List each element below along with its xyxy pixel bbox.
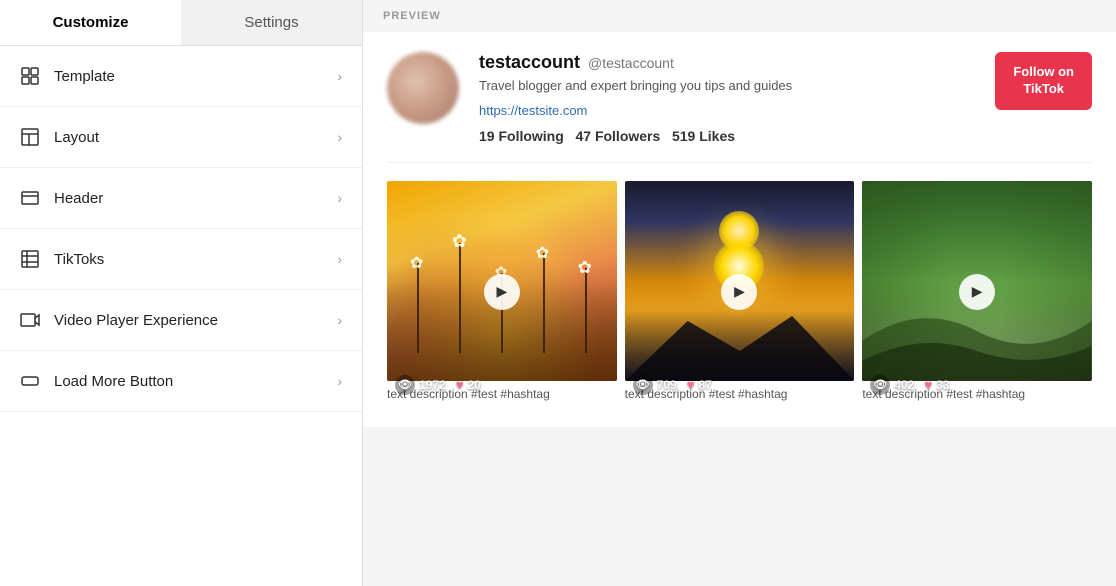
video-card-1[interactable]: ✿ ✿ ✿ ✿ ✿ [387,181,617,403]
profile-info: testaccount @testaccount Travel blogger … [479,52,995,144]
menu-item-tiktoks[interactable]: TikToks › [0,229,362,290]
like-count-2: ♥ 87 [687,377,712,392]
heart-icon-1: ♥ [456,377,464,392]
like-count-1: ♥ 20 [456,377,481,392]
follow-tiktok-button[interactable]: Follow onTikTok [995,52,1092,110]
video-card-3[interactable]: ▶ 👁 402 ♥ 33 text description #test #has… [862,181,1092,403]
avatar [387,52,459,124]
likes-label: Likes [699,128,735,144]
profile-section: testaccount @testaccount Travel blogger … [387,52,1092,163]
menu-item-load-more[interactable]: Load More Button › [0,351,362,412]
layout-icon [20,127,40,147]
chevron-icon-load-more: › [337,373,342,389]
videos-grid: ✿ ✿ ✿ ✿ ✿ [387,181,1092,403]
header-icon [20,188,40,208]
profile-link[interactable]: https://testsite.com [479,103,995,118]
play-button-3[interactable]: ▶ [959,274,995,310]
preview-label: PREVIEW [363,0,1116,32]
eye-icon-3: 👁 [870,375,890,395]
menu-label-load-more: Load More Button [54,373,337,390]
menu-label-layout: Layout [54,129,337,146]
chevron-icon-template: › [337,68,342,84]
play-button-1[interactable]: ▶ [484,274,520,310]
tiktoks-icon [20,249,40,269]
heart-icon-2: ♥ [687,377,695,392]
chevron-icon-video: › [337,312,342,328]
eye-icon-2: 👁 [633,375,653,395]
profile-name: testaccount [479,52,580,73]
tab-settings[interactable]: Settings [181,0,362,45]
chevron-icon-layout: › [337,129,342,145]
like-count-3: ♥ 33 [924,377,949,392]
menu-item-layout[interactable]: Layout › [0,107,362,168]
video-icon [20,310,40,330]
menu-label-header: Header [54,190,337,207]
followers-label: Followers [595,128,660,144]
profile-stats: 19 Following 47 Followers 519 Likes [479,128,995,144]
profile-name-row: testaccount @testaccount [479,52,995,73]
menu-item-header[interactable]: Header › [0,168,362,229]
play-button-2[interactable]: ▶ [721,274,757,310]
preview-content: testaccount @testaccount Travel blogger … [363,32,1116,427]
eye-icon-1: 👁 [395,375,415,395]
button-icon [20,371,40,391]
right-panel: PREVIEW testaccount @testaccount Travel … [363,0,1116,586]
profile-bio: Travel blogger and expert bringing you t… [479,77,995,95]
menu-label-video-player: Video Player Experience [54,312,337,329]
video-stats-1: 👁 1972 ♥ 20 [387,375,617,395]
chevron-icon-tiktoks: › [337,251,342,267]
video-stats-2: 👁 709 ♥ 87 [625,375,855,395]
video-card-2[interactable]: ▶ 👁 709 ♥ 87 text description #test #has… [625,181,855,403]
chevron-icon-header: › [337,190,342,206]
tab-bar: Customize Settings [0,0,362,46]
following-count: 19 [479,128,495,144]
view-count-3: 👁 402 [870,375,914,395]
menu-label-template: Template [54,68,337,85]
grid-icon [20,66,40,86]
followers-count: 47 [575,128,591,144]
menu-label-tiktoks: TikToks [54,251,337,268]
menu-item-video-player[interactable]: Video Player Experience › [0,290,362,351]
profile-handle: @testaccount [588,55,674,71]
left-panel: Customize Settings Template › [0,0,363,586]
following-label: Following [498,128,563,144]
tab-customize[interactable]: Customize [0,0,181,45]
menu-list: Template › Layout › Heade [0,46,362,586]
likes-count: 519 [672,128,695,144]
menu-item-template[interactable]: Template › [0,46,362,107]
view-count-1: 👁 1972 [395,375,446,395]
view-count-2: 👁 709 [633,375,677,395]
heart-icon-3: ♥ [924,377,932,392]
video-stats-3: 👁 402 ♥ 33 [862,375,1092,395]
